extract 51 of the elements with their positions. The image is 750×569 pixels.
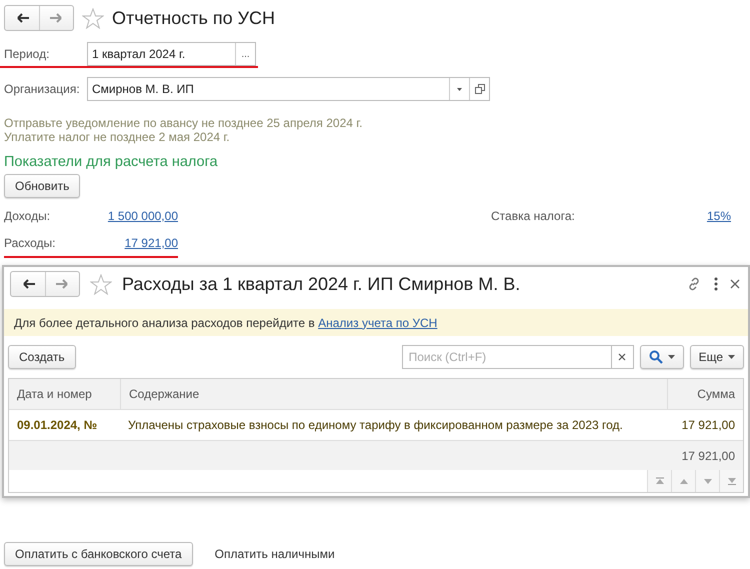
analysis-link[interactable]: Анализ учета по УСН xyxy=(318,316,438,330)
scroll-down-icon xyxy=(702,477,712,485)
search-icon xyxy=(648,350,663,364)
column-header[interactable]: Дата и номер xyxy=(9,379,120,410)
scroll-up-icon xyxy=(678,477,688,485)
star-icon[interactable] xyxy=(82,8,104,28)
total-cell: 17 921,00 xyxy=(667,441,743,470)
search-field[interactable]: Поиск (Ctrl+F) xyxy=(402,345,612,369)
clear-button[interactable] xyxy=(612,345,634,369)
indicator-label: Расходы: xyxy=(4,230,100,258)
search-button[interactable] xyxy=(640,345,684,369)
scroll-up-button[interactable] xyxy=(671,470,695,492)
field-label: Организация: xyxy=(4,82,81,96)
caret-icon xyxy=(668,355,675,359)
window-title: Расходы за 1 квартал 2024 г. ИП Смирнов М. В. xyxy=(122,274,522,294)
close-icon[interactable] xyxy=(730,279,740,289)
refresh-button[interactable]: Обновить xyxy=(4,174,80,198)
period-field[interactable]: 1 квартал 2024 г. ... xyxy=(87,42,256,66)
pay-cash-link[interactable]: Оплатить наличными xyxy=(214,546,335,560)
scroll-top-button[interactable] xyxy=(647,470,671,492)
scroll-down-button[interactable] xyxy=(695,470,719,492)
notice-text: Уплатите налог не позднее 2 мая 2024 г. xyxy=(4,130,231,144)
caret-icon xyxy=(728,355,735,359)
section-title: Показатели для расчета налога xyxy=(4,154,219,170)
forward-arrow-icon xyxy=(49,11,64,25)
scroll-bottom-icon xyxy=(726,477,736,485)
create-button[interactable]: Создать xyxy=(8,345,76,369)
pay-bank-button[interactable]: Оплатить с банковского счета xyxy=(4,542,193,566)
window-title: Отчетность по УСН xyxy=(112,8,276,28)
clear-icon xyxy=(618,353,626,361)
column-header[interactable]: Сумма xyxy=(667,379,743,410)
open-icon xyxy=(474,84,484,94)
field-label: Период: xyxy=(4,47,50,61)
indicator-link[interactable]: 15% xyxy=(706,209,731,223)
notice-text: Отправьте уведомление по авансу не позднее 25 апреля 2024 г. xyxy=(4,116,364,130)
info-text: Для более детального анализа расходов перейдите в xyxy=(14,316,316,330)
caret-icon xyxy=(457,88,462,90)
scroll-bottom-button[interactable] xyxy=(719,470,743,492)
back-arrow-icon xyxy=(14,11,30,25)
star-icon[interactable] xyxy=(90,274,112,294)
scroll-top-icon xyxy=(654,477,664,485)
forward-arrow-icon xyxy=(55,277,70,291)
indicator-link[interactable]: 1 500 000,00 xyxy=(108,209,178,223)
more-icon[interactable] xyxy=(714,277,718,291)
indicator-label: Доходы: xyxy=(4,208,52,225)
back-arrow-icon xyxy=(20,277,36,291)
more-button[interactable]: Еще xyxy=(690,345,744,369)
organization-field[interactable]: Смирнов М. В. ИП xyxy=(87,77,490,101)
indicator-label: Ставка налога: xyxy=(491,208,576,225)
indicator-link[interactable]: 17 921,00 xyxy=(124,236,178,250)
column-header[interactable]: Содержание xyxy=(120,379,667,410)
